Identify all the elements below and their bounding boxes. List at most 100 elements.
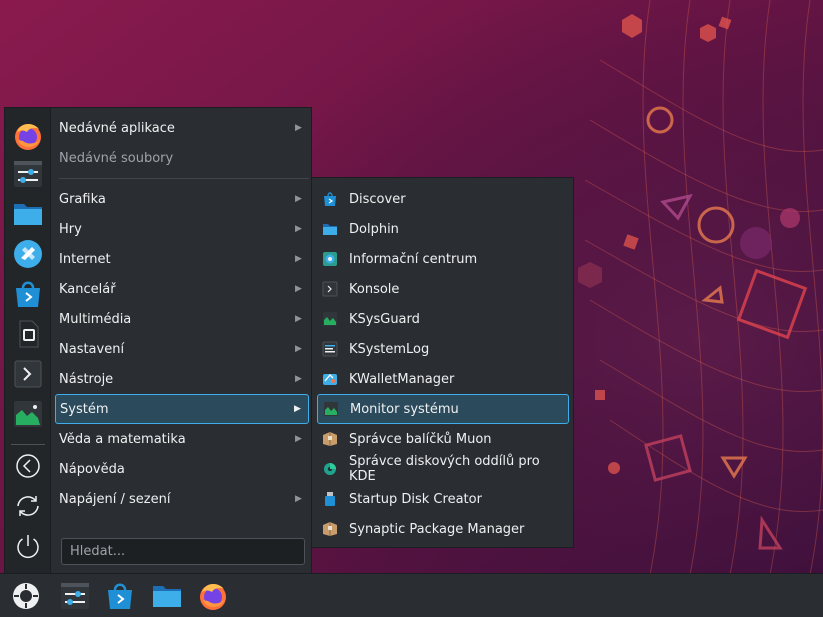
submenu-app-item[interactable]: Konsole <box>317 274 569 304</box>
submenu-arrow-icon: ▶ <box>295 314 302 324</box>
info-center-icon <box>322 251 338 267</box>
submenu-app-item[interactable]: KSystemLog <box>317 334 569 364</box>
category-label: Věda a matematika <box>59 431 186 447</box>
category-label: Internet <box>59 251 111 267</box>
category-item[interactable]: Kancelář ▶ <box>55 274 309 304</box>
category-label: Hry <box>59 221 82 237</box>
submenu-app-label: Monitor systému <box>350 401 459 417</box>
submenu-app-item[interactable]: Správce balíčků Muon <box>317 424 569 454</box>
submenu-app-label: Informační centrum <box>349 251 478 267</box>
submenu-app-label: KWalletManager <box>349 371 455 387</box>
category-item[interactable]: Nedávné aplikace ▶ <box>55 113 309 143</box>
favorite-dolphin[interactable] <box>12 198 44 230</box>
submenu-app-item[interactable]: Správce diskových oddílů pro KDE <box>317 454 569 484</box>
category-item[interactable]: Hry ▶ <box>55 214 309 244</box>
category-item[interactable]: Nápověda <box>55 454 309 484</box>
shutdown-icon <box>17 535 39 559</box>
logout-icon <box>16 454 40 478</box>
submenu-app-label: Discover <box>349 191 406 207</box>
favorite-konsole[interactable] <box>12 358 44 390</box>
submenu-arrow-icon: ▶ <box>295 194 302 204</box>
discover-store-icon <box>16 281 40 307</box>
system-submenu: Discover Dolphin Informační centrum Konsole… <box>311 177 574 548</box>
category-label: Napájení / sezení <box>59 491 171 507</box>
taskbar-firefox[interactable] <box>197 580 229 612</box>
dolphin-folder-icon <box>14 204 42 225</box>
category-label: Multimédia <box>59 311 132 327</box>
favorite-discover[interactable] <box>12 278 44 310</box>
taskbar-panel <box>0 573 823 617</box>
submenu-app-label: KSystemLog <box>349 341 430 357</box>
submenu-app-item[interactable]: KWalletManager <box>317 364 569 394</box>
package-box-icon <box>322 431 338 447</box>
submenu-arrow-icon: ▶ <box>294 404 301 414</box>
category-label: Nástroje <box>59 371 114 387</box>
submenu-app-item[interactable]: Startup Disk Creator <box>317 484 569 514</box>
restart-icon <box>17 496 39 516</box>
favorite-document-editor[interactable] <box>12 318 44 350</box>
category-item[interactable]: Systém ▶ <box>55 394 309 424</box>
category-item[interactable]: Věda a matematika ▶ <box>55 424 309 454</box>
category-label: Nastavení <box>59 341 125 357</box>
category-item[interactable]: Multimédia ▶ <box>55 304 309 334</box>
partition-manager-icon <box>322 461 338 477</box>
submenu-arrow-icon: ▶ <box>295 434 302 444</box>
favorites-sidebar <box>5 108 51 574</box>
menu-separator <box>59 178 309 179</box>
category-item[interactable]: Napájení / sezení ▶ <box>55 484 309 514</box>
favorite-firefox[interactable] <box>12 120 44 152</box>
category-label: Systém <box>60 401 109 417</box>
submenu-app-item[interactable]: Dolphin <box>317 214 569 244</box>
submenu-app-item[interactable]: Monitor systému <box>317 394 569 424</box>
category-item[interactable]: Internet ▶ <box>55 244 309 274</box>
category-item[interactable]: Nastavení ▶ <box>55 334 309 364</box>
category-label: Grafika <box>59 191 106 207</box>
category-item[interactable]: Grafika ▶ <box>55 184 309 214</box>
sidebar-separator <box>11 444 45 445</box>
firefox-icon <box>15 123 41 150</box>
application-launcher-menu: Nedávné aplikace ▶ Nedávné soubory Grafika ▶… <box>4 107 312 574</box>
system-settings-icon <box>14 161 42 187</box>
submenu-app-label: Startup Disk Creator <box>349 491 482 507</box>
submenu-app-item[interactable]: KSysGuard <box>317 304 569 334</box>
submenu-arrow-icon: ▶ <box>295 284 302 294</box>
taskbar-discover[interactable] <box>104 580 136 612</box>
submenu-app-item[interactable]: Discover <box>317 184 569 214</box>
category-label: Nedávné soubory <box>59 150 174 166</box>
submenu-app-label: KSysGuard <box>349 311 420 327</box>
submenu-app-item[interactable]: Synaptic Package Manager <box>317 514 569 544</box>
discover-store-icon <box>108 583 132 609</box>
firefox-icon <box>200 583 226 610</box>
search-input[interactable] <box>61 538 305 565</box>
favorite-system-settings[interactable] <box>12 158 44 190</box>
application-launcher-icon <box>13 583 39 609</box>
submenu-app-item[interactable]: Informační centrum <box>317 244 569 274</box>
taskbar-system-settings[interactable] <box>59 580 91 612</box>
ksysguard-monitor-icon <box>14 401 42 427</box>
terminal-icon <box>322 281 338 297</box>
submenu-arrow-icon: ▶ <box>295 224 302 234</box>
category-label: Kancelář <box>59 281 116 297</box>
folder-icon <box>322 221 338 237</box>
submenu-app-label: Synaptic Package Manager <box>349 521 525 537</box>
logout-button[interactable] <box>12 450 44 482</box>
submenu-arrow-icon: ▶ <box>295 123 302 133</box>
taskbar-dolphin[interactable] <box>151 580 183 612</box>
category-item[interactable]: Nedávné soubory <box>55 143 309 173</box>
submenu-arrow-icon: ▶ <box>295 374 302 384</box>
category-item[interactable]: Nástroje ▶ <box>55 364 309 394</box>
system-log-icon <box>322 341 338 357</box>
submenu-app-label: Dolphin <box>349 221 399 237</box>
favorite-ksysguard[interactable] <box>12 398 44 430</box>
system-monitor-icon <box>323 401 339 417</box>
shutdown-button[interactable] <box>12 530 44 562</box>
favorite-kde-connect[interactable] <box>12 238 44 270</box>
application-launcher-button[interactable] <box>10 580 42 612</box>
submenu-app-label: Konsole <box>349 281 400 297</box>
restart-button[interactable] <box>12 490 44 522</box>
konsole-terminal-icon <box>14 360 42 388</box>
submenu-app-label: Správce diskových oddílů pro KDE <box>349 454 540 484</box>
submenu-arrow-icon: ▶ <box>295 494 302 504</box>
package-box-icon <box>322 521 338 537</box>
submenu-arrow-icon: ▶ <box>295 254 302 264</box>
